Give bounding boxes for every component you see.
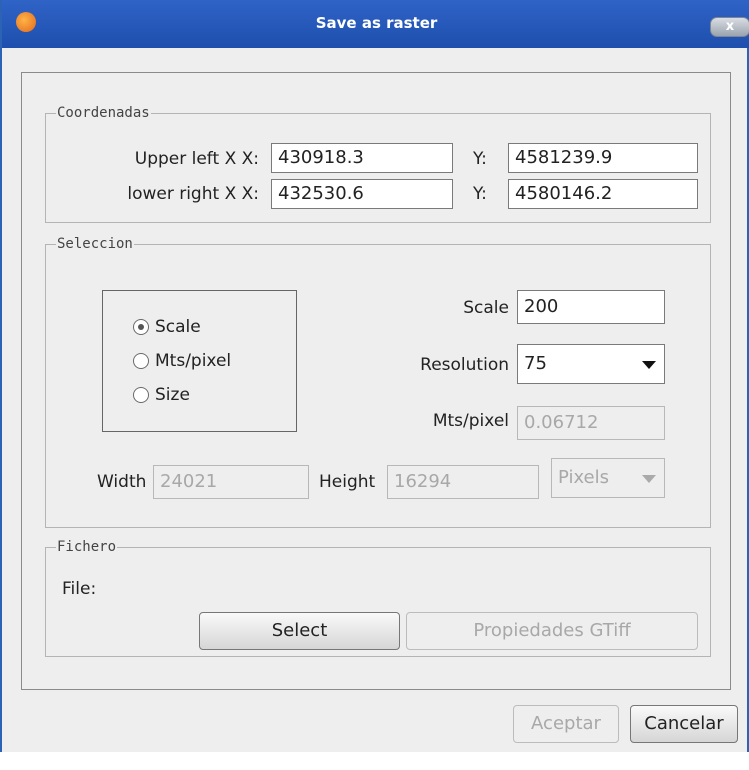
- resolution-value: 75: [524, 353, 547, 374]
- upper-left-y-label: Y:: [473, 149, 487, 169]
- accept-button[interactable]: Aceptar: [513, 705, 619, 743]
- width-label: Width: [97, 472, 147, 492]
- cancel-button[interactable]: Cancelar: [630, 705, 738, 743]
- fichero-legend: Fichero: [57, 539, 117, 555]
- save-as-raster-dialog: Save as raster x Coordenadas Upper left …: [0, 0, 749, 752]
- seleccion-legend: Seleccion: [57, 236, 133, 252]
- close-button[interactable]: x: [710, 17, 749, 37]
- mts-pixel-input[interactable]: 0.06712: [517, 406, 665, 440]
- mts-pixel-label: Mts/pixel: [432, 411, 509, 431]
- chevron-down-icon: [642, 361, 656, 369]
- resolution-select[interactable]: 75: [517, 344, 665, 384]
- radio-button[interactable]: [133, 319, 149, 335]
- lower-right-y-label: Y:: [473, 184, 487, 204]
- gtiff-properties-button[interactable]: Propiedades GTiff: [406, 612, 698, 650]
- radio-label: Size: [155, 385, 190, 405]
- lower-right-y-input[interactable]: 4580146.2: [508, 179, 698, 209]
- upper-left-x-input[interactable]: 430918.3: [271, 143, 453, 173]
- radio-button[interactable]: [133, 353, 149, 369]
- select-file-button[interactable]: Select: [199, 612, 400, 650]
- radio-label: Scale: [155, 317, 201, 337]
- title-bar[interactable]: Save as raster x: [2, 0, 749, 48]
- window-title: Save as raster: [315, 14, 438, 32]
- upper-left-y-input[interactable]: 4581239.9: [508, 143, 698, 173]
- lower-right-label: lower right X X:: [127, 184, 259, 204]
- radio-label: Mts/pixel: [155, 351, 232, 371]
- lower-right-x-input[interactable]: 432530.6: [271, 179, 453, 209]
- width-input[interactable]: 24021: [153, 465, 309, 499]
- height-label: Height: [319, 472, 376, 492]
- unit-select[interactable]: Pixels: [551, 458, 665, 498]
- chevron-down-icon: [642, 475, 656, 483]
- scale-label: Scale: [463, 298, 509, 318]
- mode-radio-group: Scale Mts/pixel Size: [102, 290, 297, 432]
- file-label: File:: [62, 579, 97, 599]
- radio-button[interactable]: [133, 387, 149, 403]
- upper-left-label: Upper left X X:: [134, 149, 259, 169]
- scale-input[interactable]: 200: [517, 290, 665, 324]
- unit-value: Pixels: [558, 467, 610, 488]
- coordenadas-legend: Coordenadas: [57, 105, 150, 121]
- height-input[interactable]: 16294: [387, 465, 539, 499]
- resolution-label: Resolution: [420, 355, 509, 375]
- content-panel: Coordenadas Upper left X X: 430918.3 Y: …: [21, 72, 731, 690]
